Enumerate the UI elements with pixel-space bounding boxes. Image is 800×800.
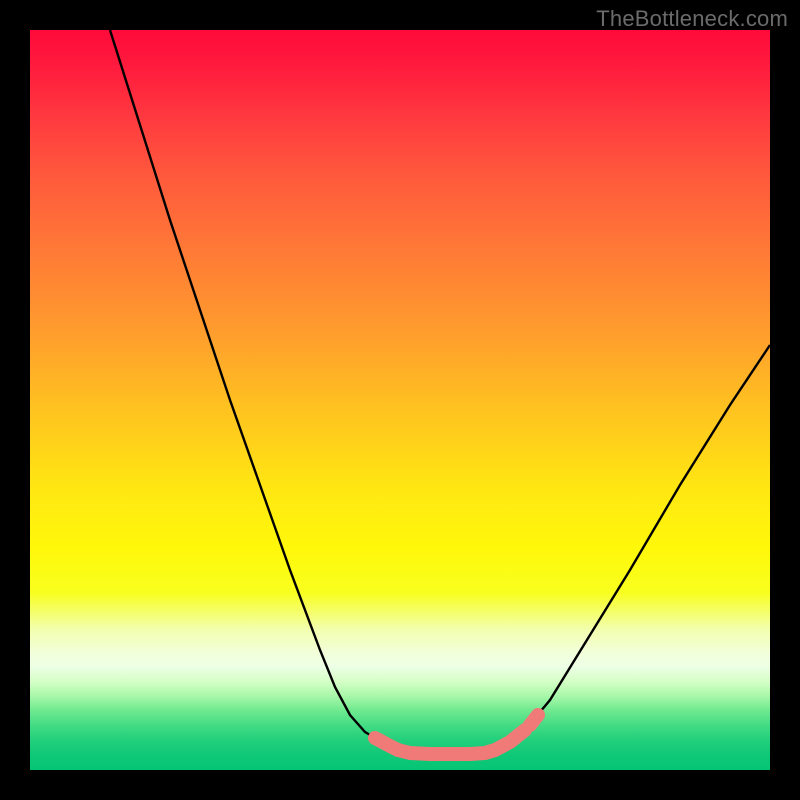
highlight-valley-3 — [495, 730, 525, 750]
highlight-dot-right — [530, 715, 538, 725]
curve-svg — [30, 30, 770, 770]
curve-right-branch — [525, 345, 770, 730]
plot-area — [30, 30, 770, 770]
curve-left-branch — [110, 30, 375, 738]
chart-stage: TheBottleneck.com — [0, 0, 800, 800]
watermark-text: TheBottleneck.com — [596, 6, 788, 32]
highlight-valley-2 — [398, 750, 495, 754]
